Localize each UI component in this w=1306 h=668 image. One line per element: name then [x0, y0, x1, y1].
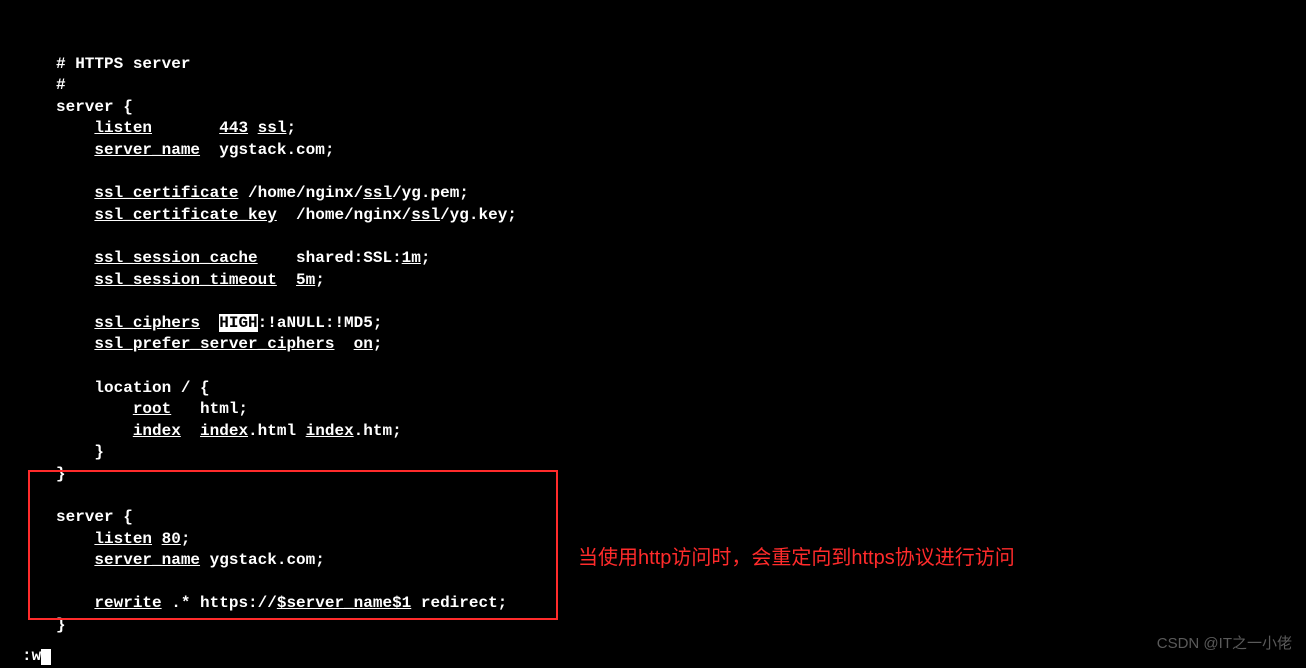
server2-block-close: }: [56, 616, 66, 634]
ssl-session-cache-directive: ssl_session_cache: [94, 249, 257, 267]
listen2-port: 80: [162, 530, 181, 548]
ssl-cert-file: /yg.pem;: [392, 184, 469, 202]
server-name2-value: ygstack.com;: [200, 551, 325, 569]
comment-https: # HTTPS server: [56, 55, 190, 73]
index-file-2-ext: .htm;: [354, 422, 402, 440]
ssl-ciphers-rest: :!aNULL:!MD5;: [258, 314, 383, 332]
ssl-session-cache-time: 1m: [402, 249, 421, 267]
ssl-ciphers-high: HIGH: [219, 314, 257, 332]
comment-hash: #: [56, 76, 66, 94]
index-file-2: index: [306, 422, 354, 440]
server-name2-directive: server_name: [94, 551, 200, 569]
root-value: html;: [171, 400, 248, 418]
annotation-text: 当使用http访问时，会重定向到https协议进行访问: [578, 545, 1015, 572]
listen-directive: listen: [94, 119, 152, 137]
server-block-close: }: [56, 465, 66, 483]
index-file-1: index: [200, 422, 248, 440]
server-name-value: ygstack.com;: [200, 141, 334, 159]
ssl-cert-key-path-pre: /home/nginx/: [277, 206, 411, 224]
watermark-text: CSDN @IT之一小佬: [1157, 634, 1292, 654]
config-editor: # HTTPS server # server { listen 443 ssl…: [0, 0, 1306, 637]
vim-command: :w: [22, 647, 41, 665]
ssl-session-cache-value: shared:SSL:: [258, 249, 402, 267]
ssl-cert-key-file: /yg.key;: [440, 206, 517, 224]
listen-ssl: ssl: [258, 119, 287, 137]
cursor-icon: [41, 649, 51, 665]
location-block-open: location / {: [94, 379, 209, 397]
server-name-directive: server_name: [94, 141, 200, 159]
ssl-cert-key-directive: ssl_certificate_key: [94, 206, 276, 224]
ssl-dir: ssl: [363, 184, 392, 202]
ssl-cert-directive: ssl_certificate: [94, 184, 238, 202]
ssl-dir-2: ssl: [411, 206, 440, 224]
root-directive: root: [133, 400, 171, 418]
vim-statusline[interactable]: :w: [22, 646, 51, 668]
server2-block-open: server {: [56, 508, 133, 526]
index-file-1-ext: .html: [248, 422, 306, 440]
listen-port: 443: [219, 119, 248, 137]
location-block-close: }: [94, 443, 104, 461]
ssl-prefer-directive: ssl_prefer_server_ciphers: [94, 335, 334, 353]
rewrite-variable: $server_name$1: [277, 594, 411, 612]
ssl-cert-path-pre: /home/nginx/: [238, 184, 363, 202]
rewrite-directive: rewrite: [94, 594, 161, 612]
listen2-directive: listen: [94, 530, 152, 548]
ssl-session-timeout-value: 5m: [296, 271, 315, 289]
ssl-session-timeout-directive: ssl_session_timeout: [94, 271, 276, 289]
index-directive: index: [133, 422, 181, 440]
rewrite-pattern-pre: .* https://: [162, 594, 277, 612]
server-block-open: server {: [56, 98, 133, 116]
rewrite-post: redirect;: [411, 594, 507, 612]
ssl-prefer-on: on: [354, 335, 373, 353]
ssl-ciphers-directive: ssl_ciphers: [94, 314, 200, 332]
